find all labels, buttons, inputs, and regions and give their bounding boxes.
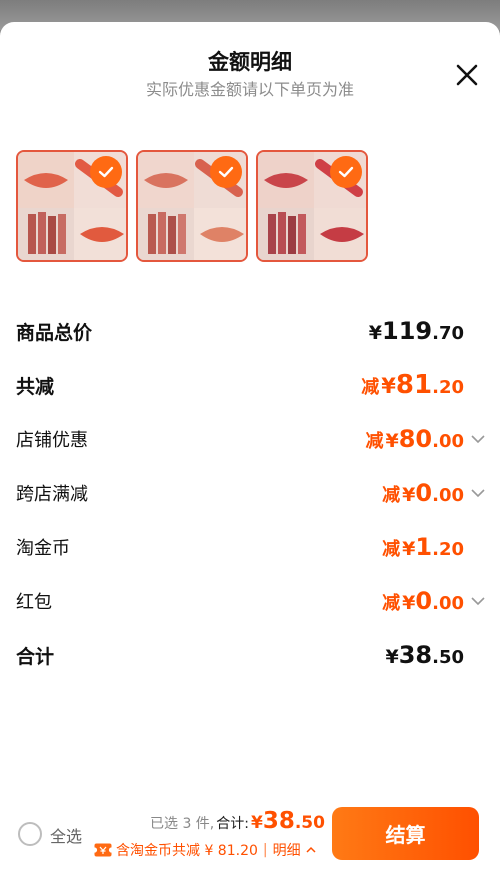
amount-integer: 81 <box>395 370 433 400</box>
amount-decimal: .70 <box>432 323 464 344</box>
amount-decimal: .00 <box>432 485 464 506</box>
amount-integer: 0 <box>415 587 433 615</box>
amount-decimal: .00 <box>432 593 464 614</box>
row-shop-discount[interactable]: 店铺优惠 减 ¥ 80 .00 <box>0 412 500 466</box>
amount-integer: 80 <box>398 425 433 453</box>
chevron-down-icon[interactable] <box>470 431 486 447</box>
product-thumbnails <box>16 150 368 262</box>
close-icon[interactable] <box>452 60 482 90</box>
currency-symbol: ¥ <box>385 430 399 452</box>
selected-check-icon[interactable] <box>210 156 242 188</box>
product-thumbnail[interactable] <box>136 150 248 262</box>
amount-decimal: .50 <box>432 647 464 668</box>
product-thumbnail[interactable] <box>256 150 368 262</box>
selected-check-icon[interactable] <box>90 156 122 188</box>
row-label: 共减 <box>16 375 55 398</box>
amount-decimal: .20 <box>432 539 464 560</box>
currency-symbol: ¥ <box>402 592 416 614</box>
row-label: 商品总价 <box>16 321 93 344</box>
amount-decimal: .20 <box>432 377 464 398</box>
sheet-subtitle: 实际优惠金额请以下单页为准 <box>145 80 354 99</box>
coupon-icon <box>94 843 112 857</box>
detail-toggle[interactable]: 明细 <box>273 840 317 860</box>
row-total-reduce: 共减 减 ¥ 81 .20 <box>0 358 500 412</box>
sheet-title: 金额明细 <box>208 50 292 74</box>
amount-decimal: .00 <box>432 431 464 452</box>
shop-discount-value: 减 ¥ 80 .00 <box>365 425 464 453</box>
chevron-down-icon[interactable] <box>470 485 486 501</box>
currency-symbol: ¥ <box>385 646 399 668</box>
row-label: 店铺优惠 <box>16 430 88 451</box>
currency-symbol: ¥ <box>250 813 263 833</box>
currency-symbol: ¥ <box>368 322 382 344</box>
row-label: 淘金币 <box>16 538 70 559</box>
amount-rows: 商品总价 ¥ 119 .70 共减 减 ¥ 81 .20 店铺优惠 减 ¥ 80… <box>0 304 500 682</box>
row-goods-total: 商品总价 ¥ 119 .70 <box>0 304 500 358</box>
divider: | <box>262 842 268 858</box>
row-cross-shop[interactable]: 跨店满减 减 ¥ 0 .00 <box>0 466 500 520</box>
detail-label: 明细 <box>272 843 301 859</box>
amount-integer: 38 <box>262 808 295 834</box>
select-all-label[interactable]: 全选 <box>50 823 82 847</box>
reduce-prefix: 减 <box>365 431 384 452</box>
select-all-radio[interactable] <box>18 822 42 846</box>
row-sum: 合计 ¥ 38 .50 <box>0 628 500 682</box>
taobao-coin-value: 减 ¥ 1 .20 <box>382 533 464 561</box>
reduce-prefix: 减 <box>382 539 401 560</box>
coin-reduce-line: 含淘金币共减 ¥ 81.20 | 明细 <box>94 840 317 860</box>
selected-check-icon[interactable] <box>330 156 362 188</box>
row-label: 合计 <box>16 645 55 668</box>
sum-value: ¥ 38 .50 <box>385 641 464 669</box>
chevron-up-icon <box>306 846 316 853</box>
cross-shop-value: 减 ¥ 0 .00 <box>382 479 464 507</box>
red-packet-value: 减 ¥ 0 .00 <box>382 587 464 615</box>
selected-count: 已选 3 件, <box>150 816 215 832</box>
checkout-button[interactable]: 结算 <box>332 807 479 860</box>
reduce-prefix: 减 <box>382 485 401 506</box>
amount-integer: 0 <box>415 479 433 507</box>
amount-detail-sheet: 金额明细 实际优惠金额请以下单页为准 商品总价 ¥ 119 .70 共减 减 ¥… <box>0 22 500 885</box>
row-label: 红包 <box>16 592 52 613</box>
row-taobao-coin: 淘金币 减 ¥ 1 .20 <box>0 520 500 574</box>
amount-decimal: .50 <box>294 813 325 833</box>
total-reduce-value: 减 ¥ 81 .20 <box>361 370 464 400</box>
amount-integer: 119 <box>382 317 433 345</box>
currency-symbol: ¥ <box>381 374 396 398</box>
row-red-packet[interactable]: 红包 减 ¥ 0 .00 <box>0 574 500 628</box>
currency-symbol: ¥ <box>402 484 416 506</box>
reduce-prefix: 减 <box>382 593 401 614</box>
total-amount: ¥ 38 .50 <box>251 808 325 834</box>
coin-reduce-text: 含淘金币共减 ¥ 81.20 <box>116 843 258 859</box>
amount-integer: 1 <box>415 533 433 561</box>
currency-symbol: ¥ <box>402 538 416 560</box>
goods-total-value: ¥ 119 .70 <box>369 317 464 345</box>
amount-integer: 38 <box>398 641 433 669</box>
checkout-bar: 全选 已选 3 件, 合计: ¥ 38 .50 含淘金币共减 ¥ 81.20 |… <box>0 800 500 885</box>
chevron-down-icon[interactable] <box>470 593 486 609</box>
reduce-prefix: 减 <box>361 377 380 398</box>
product-thumbnail[interactable] <box>16 150 128 262</box>
total-label: 合计: <box>216 816 249 832</box>
selection-summary: 已选 3 件, 合计: ¥ 38 .50 <box>150 808 325 834</box>
row-label: 跨店满减 <box>16 484 88 505</box>
